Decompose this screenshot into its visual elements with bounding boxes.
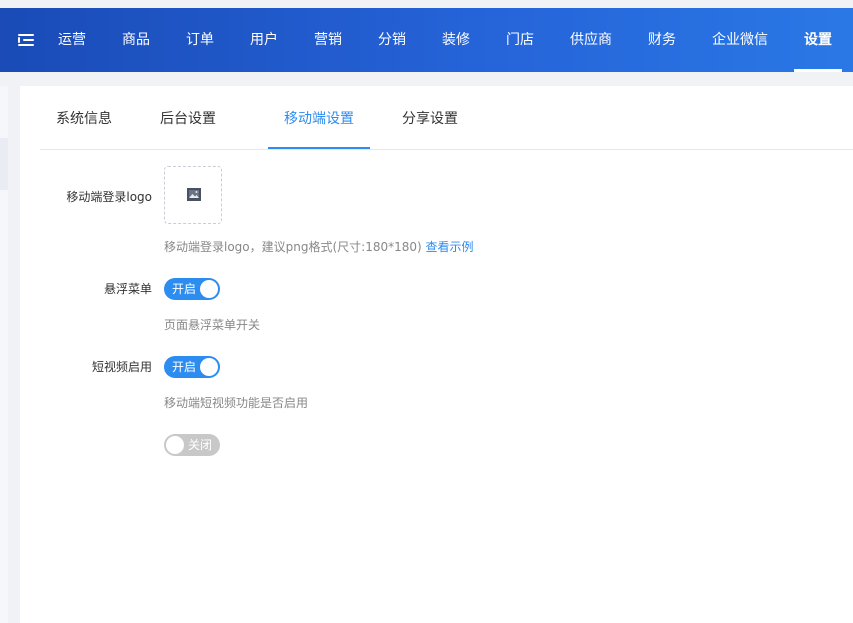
page: 运营 商品 订单 用户 营销 分销 装修 门店 供应商 财务 企业微信 设置 系… — [0, 0, 853, 623]
tab-active-indicator — [268, 147, 370, 149]
view-example-link[interactable]: 查看示例 — [426, 240, 474, 254]
sidebar-active-mark — [0, 138, 8, 190]
sidebar-collapsed — [0, 86, 8, 623]
image-icon — [187, 188, 201, 201]
nav-item-orders[interactable]: 订单 — [186, 8, 214, 72]
float-menu-switch[interactable]: 开启 — [164, 278, 220, 300]
switch-knob — [200, 280, 218, 298]
nav-active-indicator — [794, 69, 842, 72]
top-nav: 运营 商品 订单 用户 营销 分销 装修 门店 供应商 财务 企业微信 设置 — [0, 8, 853, 72]
float-menu-label: 悬浮菜单 — [103, 282, 152, 296]
float-menu-help: 页面悬浮菜单开关 — [164, 318, 261, 332]
menu-toggle-icon[interactable] — [18, 32, 34, 48]
float-menu-switch-text: 开启 — [172, 282, 197, 296]
settings-panel: 系统信息 后台设置 移动端设置 分享设置 移动端登录logo 移动端登录logo… — [20, 86, 853, 623]
nav-item-operations[interactable]: 运营 — [58, 8, 86, 72]
logo-label: 移动端登录logo — [66, 190, 152, 204]
nav-item-products[interactable]: 商品 — [122, 8, 150, 72]
short-video-switch[interactable]: 开启 — [164, 356, 220, 378]
short-video-label: 短视频启用 — [91, 360, 152, 374]
settings-tabs: 系统信息 后台设置 移动端设置 分享设置 — [40, 86, 853, 150]
tab-system-info[interactable]: 系统信息 — [56, 86, 112, 149]
logo-help-text: 移动端登录logo，建议png格式(尺寸:180*180) — [164, 240, 422, 254]
tab-admin-settings[interactable]: 后台设置 — [160, 86, 216, 149]
nav-item-marketing[interactable]: 营销 — [314, 8, 342, 72]
extra-switch[interactable]: 关闭 — [164, 434, 220, 456]
nav-item-wecom[interactable]: 企业微信 — [712, 8, 768, 72]
nav-item-settings[interactable]: 设置 — [804, 8, 832, 72]
switch-knob — [200, 358, 218, 376]
logo-upload[interactable] — [164, 166, 222, 224]
switch-knob — [166, 436, 184, 454]
nav-item-users[interactable]: 用户 — [250, 8, 278, 72]
nav-item-suppliers[interactable]: 供应商 — [570, 8, 612, 72]
nav-item-decoration[interactable]: 装修 — [442, 8, 470, 72]
tab-mobile-settings[interactable]: 移动端设置 — [284, 86, 354, 149]
nav-item-finance[interactable]: 财务 — [648, 8, 676, 72]
short-video-help: 移动端短视频功能是否启用 — [164, 396, 309, 410]
logo-help: 移动端登录logo，建议png格式(尺寸:180*180) 查看示例 — [164, 238, 474, 255]
tab-share-settings[interactable]: 分享设置 — [402, 86, 458, 149]
extra-switch-text: 关闭 — [188, 438, 213, 452]
nav-item-distribution[interactable]: 分销 — [378, 8, 406, 72]
short-video-switch-text: 开启 — [172, 360, 197, 374]
nav-item-stores[interactable]: 门店 — [506, 8, 534, 72]
